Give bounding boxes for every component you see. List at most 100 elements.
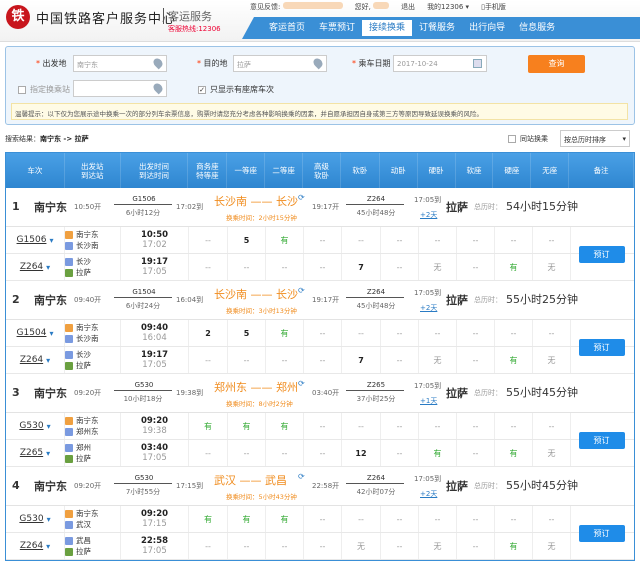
train-number[interactable]: Z264 <box>20 541 43 551</box>
chevron-down-icon[interactable]: ▾ <box>46 356 50 365</box>
seat-availability: -- <box>304 440 342 466</box>
railway-logo-icon[interactable]: 铁 <box>6 5 30 29</box>
site-name: 中国铁路客户服务中心 <box>36 12 177 27</box>
train-number[interactable]: G530 <box>19 421 43 431</box>
station-line: 长沙南 <box>65 333 99 344</box>
transfer-station-input[interactable] <box>73 80 167 97</box>
first-arrival: 16:04到 <box>176 296 204 304</box>
station-line: 南宁东 <box>65 508 99 519</box>
username[interactable] <box>373 2 390 9</box>
nav-item[interactable]: 信息服务 <box>512 17 562 39</box>
nav-item[interactable]: 订餐服务 <box>412 17 462 39</box>
seat-only-checkbox[interactable]: ✓ 只显示有座席车次 <box>198 84 274 95</box>
departure-station-badge-icon <box>65 351 73 359</box>
nav-item[interactable]: 车票预订 <box>312 17 362 39</box>
transfer-station-checkbox[interactable]: 指定换乘站 <box>18 84 70 95</box>
chevron-down-icon[interactable]: ▾ <box>47 422 51 431</box>
total-label: 总历时： <box>474 389 502 397</box>
departure-station: 南宁东 <box>76 323 99 332</box>
seat-availability: 无 <box>533 440 571 466</box>
book-button[interactable]: 预订 <box>578 431 625 449</box>
option-index: 3 <box>12 386 20 399</box>
leg-arrival-time: 17:05 <box>142 546 167 556</box>
leg-arrival-time: 17:05 <box>142 267 167 277</box>
refresh-icon[interactable]: ⟳ <box>298 193 305 202</box>
stations-cell: 南宁东 长沙南 <box>65 320 121 346</box>
date-input[interactable]: 2017-10-24 <box>393 55 487 72</box>
chevron-down-icon[interactable]: ▾ <box>47 515 51 524</box>
seat-availability: -- <box>342 227 381 253</box>
seat-availability: -- <box>457 440 495 466</box>
transfer-option: 3 南宁东 09:20开 G530 10小时18分 19:38到 郑州东 —— 郑州 ⟳ 换乘时… <box>6 374 634 467</box>
chevron-down-icon[interactable]: ▾ <box>46 449 50 458</box>
my12306-menu[interactable]: 我的12306 ▾ <box>427 2 469 12</box>
second-train[interactable]: Z264 <box>351 195 401 203</box>
stations-cell: 武昌 拉萨 <box>65 533 121 559</box>
leg-departure-time: 09:20 <box>140 416 169 426</box>
sort-select[interactable]: 按总历时排序 ▾ <box>560 130 630 147</box>
train-number[interactable]: G530 <box>19 514 43 524</box>
chevron-down-icon[interactable]: ▾ <box>49 329 53 338</box>
to-input[interactable]: 拉萨 <box>233 55 327 72</box>
second-duration: 37小时25分 <box>356 395 396 403</box>
arrow <box>114 483 172 484</box>
refresh-icon[interactable]: ⟳ <box>298 472 305 481</box>
leg-departure-time: 09:20 <box>140 509 169 519</box>
seat-availability: -- <box>419 227 457 253</box>
mobile-link[interactable]: ▯手机版 <box>481 2 506 12</box>
refresh-icon[interactable]: ⟳ <box>298 379 305 388</box>
train-number[interactable]: Z264 <box>20 262 43 272</box>
second-train[interactable]: Z265 <box>351 381 401 389</box>
calendar-icon[interactable] <box>473 59 482 68</box>
query-button[interactable]: 查询 <box>528 55 585 73</box>
train-number[interactable]: G1504 <box>17 328 47 338</box>
book-button[interactable]: 预订 <box>578 524 625 542</box>
station-line: 长沙 <box>65 256 91 267</box>
nav-item[interactable]: 接续换乘 <box>362 20 413 36</box>
feedback-link[interactable]: 意见反馈: <box>250 2 343 12</box>
departure-station: 郑州 <box>76 443 91 452</box>
departure-station: 长沙 <box>76 257 91 266</box>
chevron-down-icon[interactable]: ▾ <box>46 263 50 272</box>
logout-link[interactable]: 退出 <box>401 2 415 12</box>
plus-days[interactable]: +2天 <box>420 489 437 499</box>
nav-item[interactable]: 出行向导 <box>462 17 512 39</box>
departure-time: 09:20开 <box>74 482 102 490</box>
first-train[interactable]: G530 <box>124 474 164 482</box>
same-station-checkbox[interactable]: 同站换乘 <box>508 134 548 144</box>
chevron-down-icon[interactable]: ▾ <box>46 542 50 551</box>
plus-days[interactable]: +2天 <box>420 303 437 313</box>
book-button[interactable]: 预订 <box>578 338 625 356</box>
leg-departure-time: 10:50 <box>140 230 169 240</box>
book-button[interactable]: 预订 <box>578 245 625 263</box>
plus-days[interactable]: +2天 <box>420 210 437 220</box>
train-number[interactable]: G1506 <box>17 235 47 245</box>
train-number[interactable]: Z265 <box>20 448 43 458</box>
location-pin-icon <box>151 81 165 95</box>
from-input[interactable]: 南宁东 <box>73 55 167 72</box>
stations-cell: 南宁东 长沙南 <box>65 227 121 253</box>
first-train[interactable]: G1504 <box>124 288 164 296</box>
option-summary-row: 2 南宁东 09:40开 G1504 6小时24分 16:04到 长沙南 —— 长沙 ⟳ 换乘时… <box>6 281 634 320</box>
times-cell: 19:17 17:05 <box>121 254 189 280</box>
second-train[interactable]: Z264 <box>351 288 401 296</box>
first-train[interactable]: G530 <box>124 381 164 389</box>
mobile-label: 手机版 <box>484 3 506 11</box>
nav-item[interactable]: 客运首页 <box>262 17 312 39</box>
chevron-down-icon[interactable]: ▾ <box>49 236 53 245</box>
seat-availability: 无 <box>533 254 571 280</box>
seat-availability: -- <box>342 413 381 439</box>
departure-station-badge-icon <box>65 417 73 425</box>
first-train[interactable]: G1506 <box>124 195 164 203</box>
second-train[interactable]: Z264 <box>351 474 401 482</box>
seat-availability: -- <box>381 533 419 559</box>
refresh-icon[interactable]: ⟳ <box>298 286 305 295</box>
date-label-text: 乘车日期 <box>358 59 391 68</box>
arrow <box>114 297 172 298</box>
plus-days[interactable]: +1天 <box>420 396 437 406</box>
second-departure: 19:17开 <box>312 203 340 211</box>
seat-availability: -- <box>495 320 533 346</box>
leg-row: Z264 ▾ 长沙 拉萨 19:17 17:05 -- -- -- -- 7 -- 无 -- 有无 <box>6 254 634 281</box>
train-number[interactable]: Z264 <box>20 355 43 365</box>
stations-cell: 南宁东 郑州东 <box>65 413 121 439</box>
